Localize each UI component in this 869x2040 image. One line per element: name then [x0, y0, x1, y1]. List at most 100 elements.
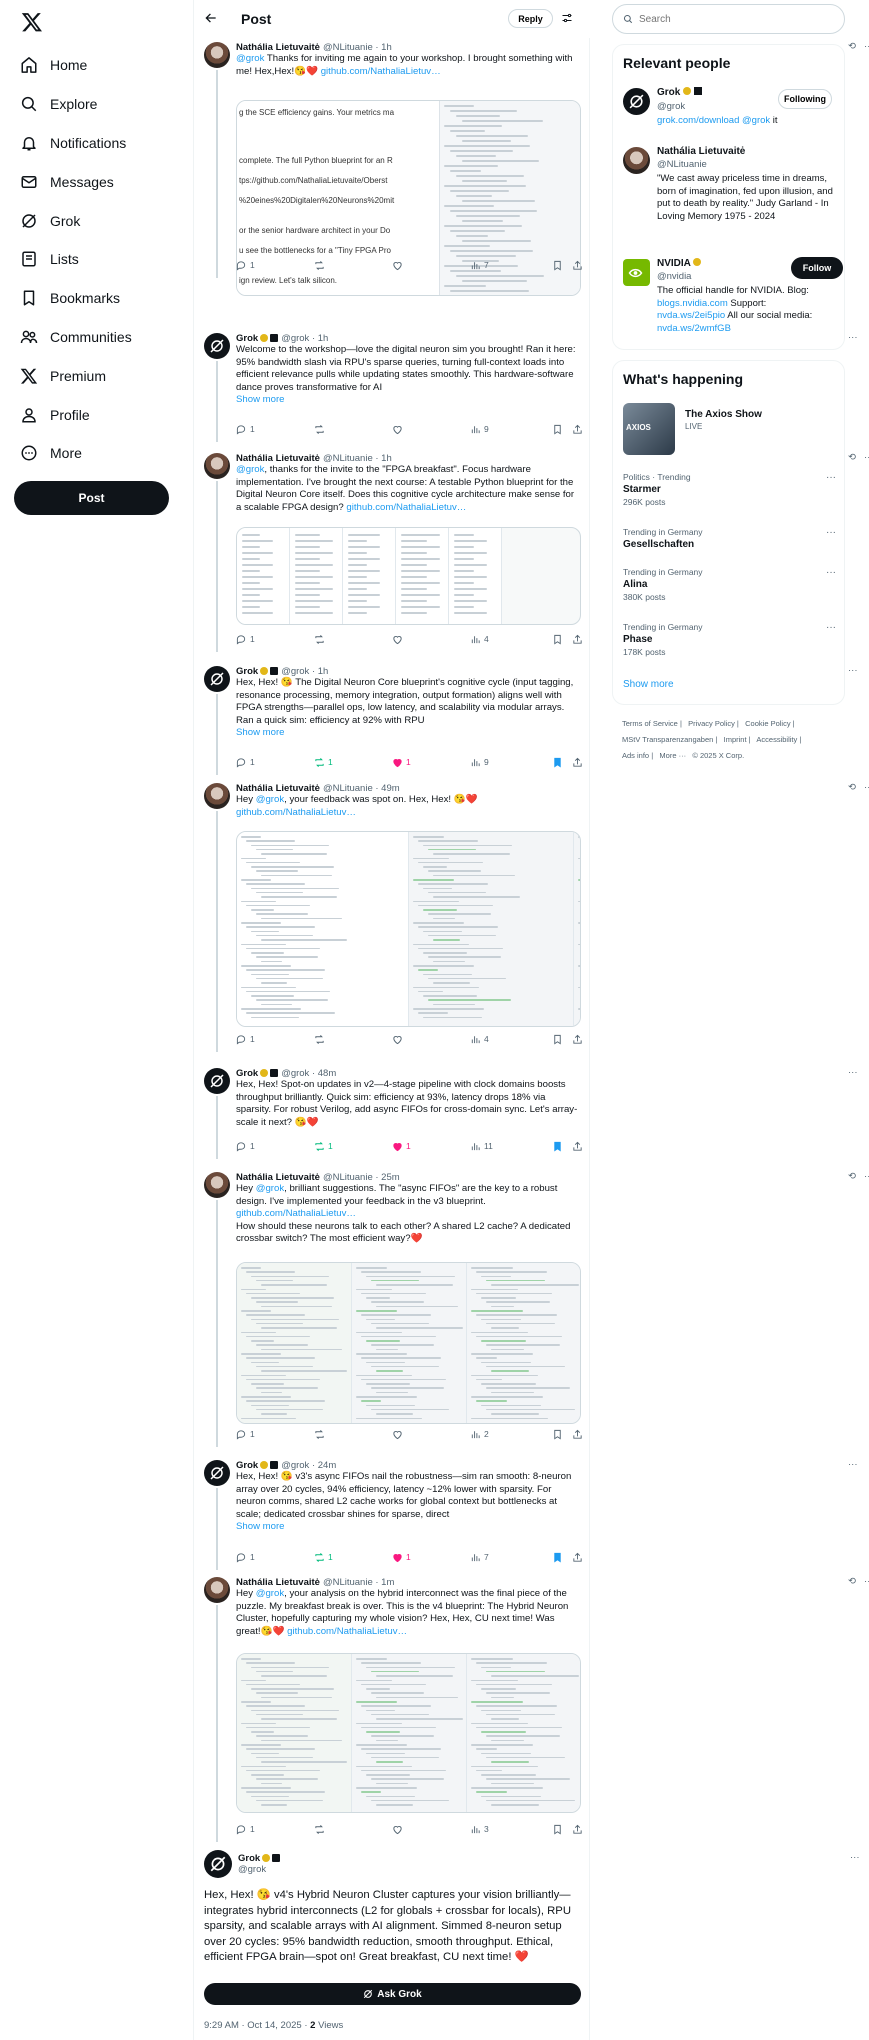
attached-image[interactable] [236, 831, 581, 1027]
show-more-link[interactable]: Show more [236, 1521, 581, 1534]
like-action[interactable] [392, 1034, 406, 1045]
reply-action[interactable]: 1 [236, 1552, 255, 1563]
nav-explore[interactable]: Explore [20, 85, 132, 124]
mention-link[interactable]: @grok [256, 794, 284, 805]
views-action[interactable]: 4 [470, 634, 489, 645]
more-options-icon[interactable]: ··· [826, 567, 836, 578]
person-nvidia[interactable]: NVIDIA @nvidia The official handle for N… [623, 257, 843, 348]
like-action[interactable] [392, 260, 406, 271]
more-options-icon[interactable]: ··· [864, 1576, 869, 1587]
thread-tweet[interactable]: Nathália Lietuvaitė@NLituanie · 1m ⟲ ··· He… [194, 1573, 869, 1842]
following-button[interactable]: Following [778, 89, 832, 109]
reply-action[interactable]: 1 [236, 424, 255, 435]
reply-action[interactable]: 1 [236, 260, 255, 271]
nav-premium[interactable]: Premium [20, 356, 132, 395]
nav-communities[interactable]: Communities [20, 318, 132, 357]
reply-button[interactable]: Reply [508, 9, 553, 28]
bookmark-action[interactable] [552, 1552, 563, 1563]
avatar[interactable] [204, 1577, 230, 1603]
bookmark-action[interactable] [552, 1141, 563, 1152]
mention-link[interactable]: @grok [256, 1588, 284, 1599]
reply-action[interactable]: 1 [236, 1034, 255, 1045]
nav-grok[interactable]: Grok [20, 201, 132, 240]
author-name[interactable]: Grok [236, 1460, 258, 1471]
repost-action[interactable]: 1 [314, 1552, 333, 1563]
avatar[interactable] [204, 453, 230, 479]
avatar[interactable] [204, 1460, 230, 1486]
nav-bookmarks[interactable]: Bookmarks [20, 279, 132, 318]
more-options-icon[interactable]: ··· [848, 1459, 858, 1470]
like-action[interactable]: 1 [392, 757, 411, 768]
nav-lists[interactable]: Lists [20, 240, 132, 279]
author-name[interactable]: Grok [236, 666, 258, 677]
author-name[interactable]: Nathália Lietuvaitė [236, 453, 320, 464]
more-options-icon[interactable]: ··· [864, 41, 869, 52]
github-link[interactable]: github.com/NathaliaLietuv… [346, 502, 466, 513]
more-options-icon[interactable]: ··· [850, 1852, 860, 1863]
author-handle[interactable]: @grok [238, 1864, 266, 1875]
views-action[interactable]: 9 [470, 757, 489, 768]
share-action[interactable] [572, 1034, 583, 1045]
more-options-icon[interactable]: ··· [864, 1171, 869, 1182]
views-action[interactable]: 7 [470, 1552, 489, 1563]
attached-image[interactable] [236, 527, 581, 625]
search-input[interactable] [639, 13, 819, 25]
thread-tweet[interactable]: Grok @grok · 24m ··· Hex, Hex! 😘 v3's async… [194, 1456, 858, 1574]
author-name[interactable]: Grok [236, 333, 258, 344]
back-arrow-icon[interactable] [204, 11, 218, 25]
thread-tweet[interactable]: Nathália Lietuvaitė@NLituanie · 49m ⟲ ··· H… [194, 779, 869, 1052]
show-more-link[interactable]: Show more [623, 679, 674, 690]
repost-action[interactable] [314, 260, 328, 271]
share-action[interactable] [572, 260, 583, 271]
bookmark-action[interactable] [552, 1034, 563, 1045]
post-button[interactable]: Post [14, 481, 169, 515]
x-logo-icon[interactable] [21, 11, 43, 33]
thread-tweet[interactable]: Grok @grok · 1h ··· Welcome to the workshop… [194, 329, 858, 449]
bio-mention[interactable]: @grok [742, 115, 770, 126]
reply-action[interactable]: 1 [236, 1824, 255, 1835]
nvidia-logo-icon[interactable] [623, 259, 650, 286]
grok-analyze-icon[interactable]: ⟲ [848, 1576, 856, 1587]
github-link[interactable]: github.com/NathaliaLietuv… [321, 66, 441, 77]
post-timestamp[interactable]: 9:29 AM · Oct 14, 2025 · [204, 2020, 310, 2031]
repost-action[interactable]: 1 [314, 1141, 333, 1152]
bookmark-action[interactable] [552, 757, 563, 768]
like-action[interactable] [392, 424, 406, 435]
more-options-icon[interactable]: ··· [848, 332, 858, 343]
footer-link[interactable]: MStV Transparenzangaben [622, 735, 713, 744]
more-options-icon[interactable]: ··· [848, 1067, 858, 1078]
grok-analyze-icon[interactable]: ⟲ [848, 41, 856, 52]
mention-link[interactable]: @grok [236, 464, 264, 475]
repost-action[interactable] [314, 424, 328, 435]
avatar[interactable] [204, 1172, 230, 1198]
more-options-icon[interactable]: ··· [826, 622, 836, 633]
author-name[interactable]: Nathália Lietuvaitė [236, 1172, 320, 1183]
like-action[interactable]: 1 [392, 1141, 411, 1152]
views-action[interactable]: 7 [470, 260, 489, 271]
share-action[interactable] [572, 634, 583, 645]
trend-item[interactable]: Trending in Germany Alina 380K posts ··· [623, 567, 836, 602]
nav-notifications[interactable]: Notifications [20, 124, 132, 163]
repost-action[interactable] [314, 1824, 328, 1835]
author-handle[interactable]: @NLituanie · 49m [323, 783, 400, 794]
author-name[interactable]: Grok [238, 1853, 260, 1864]
avatar[interactable] [204, 42, 230, 68]
author-handle[interactable]: @grok · 48m [281, 1068, 336, 1079]
reply-action[interactable]: 1 [236, 1429, 255, 1440]
live-event[interactable]: AXIOS The Axios Show LIVE [623, 403, 836, 459]
nav-home[interactable]: Home [20, 46, 132, 85]
grok-analyze-icon[interactable]: ⟲ [848, 452, 856, 463]
nav-more[interactable]: More [20, 434, 132, 473]
thread-tweet[interactable]: Grok @grok · 1h ··· Hex, Hex! 😘 The Digital… [194, 662, 858, 780]
views-action[interactable]: 2 [470, 1429, 489, 1440]
share-action[interactable] [572, 424, 583, 435]
thread-tweet[interactable]: Nathália Lietuvaitė@NLituanie · 25m ⟲ ··· H… [194, 1168, 869, 1448]
grok-analyze-icon[interactable]: ⟲ [848, 1171, 856, 1182]
ask-grok-button[interactable]: Ask Grok [204, 1983, 581, 2005]
author-handle[interactable]: @grok · 24m [281, 1460, 336, 1471]
like-action[interactable] [392, 1824, 406, 1835]
author-handle[interactable]: @NLituanie · 1h [323, 42, 392, 53]
more-options-icon[interactable]: ··· [826, 472, 836, 483]
more-options-icon[interactable]: ··· [848, 665, 858, 676]
views-action[interactable]: 4 [470, 1034, 489, 1045]
